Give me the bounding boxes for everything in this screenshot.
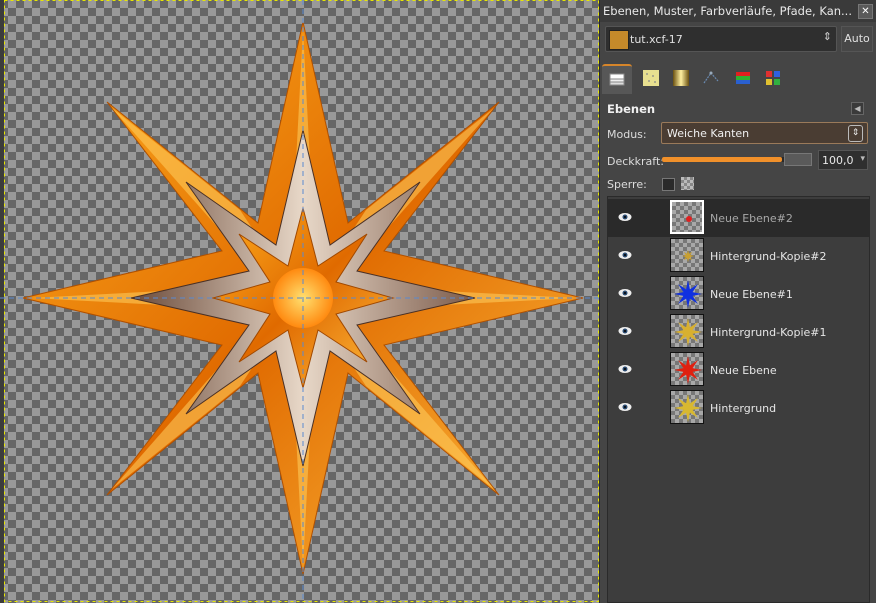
eye-icon[interactable] [618,326,632,336]
layer-name: Neue Ebene#2 [710,212,793,225]
eye-icon[interactable] [618,212,632,222]
dock-tabs [602,62,874,94]
chevron-updown-icon: ⇕ [822,30,832,43]
image-selector[interactable]: tut.xcf-17 ⇕ [605,26,837,52]
slider-handle[interactable] [784,153,812,166]
colors-tab-icon [766,71,780,85]
layer-row[interactable]: Hintergrund [608,389,869,427]
layer-name: Neue Ebene [710,364,777,377]
layer-name: Hintergrund-Kopie#2 [710,250,827,263]
tab-colors[interactable] [758,64,788,94]
eye-icon[interactable] [618,250,632,260]
lock-alpha-icon[interactable] [681,177,694,190]
layer-row[interactable]: Hintergrund-Kopie#2 [608,237,869,275]
mode-value: Weiche Kanten [667,127,750,140]
layer-thumbnail [670,200,704,234]
mode-label: Modus: [607,128,647,141]
panel-menu-icon[interactable]: ◀ [851,102,864,115]
eye-icon[interactable] [618,402,632,412]
opacity-spinbox[interactable]: 100,0 ▾ [818,150,868,170]
layer-name: Hintergrund [710,402,777,415]
tab-paths[interactable] [696,64,726,94]
channels-tab-icon [736,72,750,84]
layer-row[interactable]: Neue Ebene#2 [608,199,869,237]
patterns-tab-icon [643,70,659,86]
paths-tab-icon [703,71,719,84]
opacity-value: 100,0 [822,154,854,167]
mode-select[interactable]: Weiche Kanten ⇕ [661,122,868,144]
slider-fill [662,157,782,162]
eye-icon[interactable] [618,288,632,298]
opacity-slider[interactable] [662,153,812,167]
layer-row[interactable]: Hintergrund-Kopie#1 [608,313,869,351]
chevron-updown-icon: ⇕ [848,125,863,142]
layer-thumbnail [670,314,704,348]
image-canvas[interactable] [0,0,599,603]
tab-layers[interactable] [602,64,632,94]
layer-name: Neue Ebene#1 [710,288,793,301]
layer-row[interactable]: Neue Ebene#1 [608,275,869,313]
layer-name: Hintergrund-Kopie#1 [710,326,827,339]
tab-channels[interactable] [728,64,758,94]
layer-thumbnail [670,352,704,386]
canvas-svg [0,0,599,603]
layer-list: Neue Ebene#2 Hintergrund-Kopie#2 Neue Eben… [607,196,870,603]
lock-pixels-checkbox[interactable] [662,178,675,191]
panel-title: Ebenen [607,102,656,116]
close-icon[interactable]: ✕ [858,4,873,19]
image-thumbnail [609,30,629,50]
dock-titlebar[interactable]: Ebenen, Muster, Farbverläufe, Pfade, Kan… [600,0,876,22]
image-selector-label: tut.xcf-17 [630,33,683,46]
gradients-tab-icon [673,70,689,86]
layers-tab-icon [609,73,625,86]
chevron-down-icon[interactable]: ▾ [860,154,865,164]
tab-gradients[interactable] [666,64,696,94]
dock-title: Ebenen, Muster, Farbverläufe, Pfade, Kan… [603,4,852,18]
lock-label: Sperre: [607,178,647,191]
tab-patterns[interactable] [636,64,666,94]
layers-dock: Ebenen, Muster, Farbverläufe, Pfade, Kan… [599,0,876,603]
layer-thumbnail [670,238,704,272]
layer-row[interactable]: Neue Ebene [608,351,869,389]
layer-thumbnail [670,390,704,424]
opacity-label: Deckkraft: [607,155,664,168]
auto-button[interactable]: Auto [841,26,873,52]
layer-thumbnail [670,276,704,310]
eye-icon[interactable] [618,364,632,374]
